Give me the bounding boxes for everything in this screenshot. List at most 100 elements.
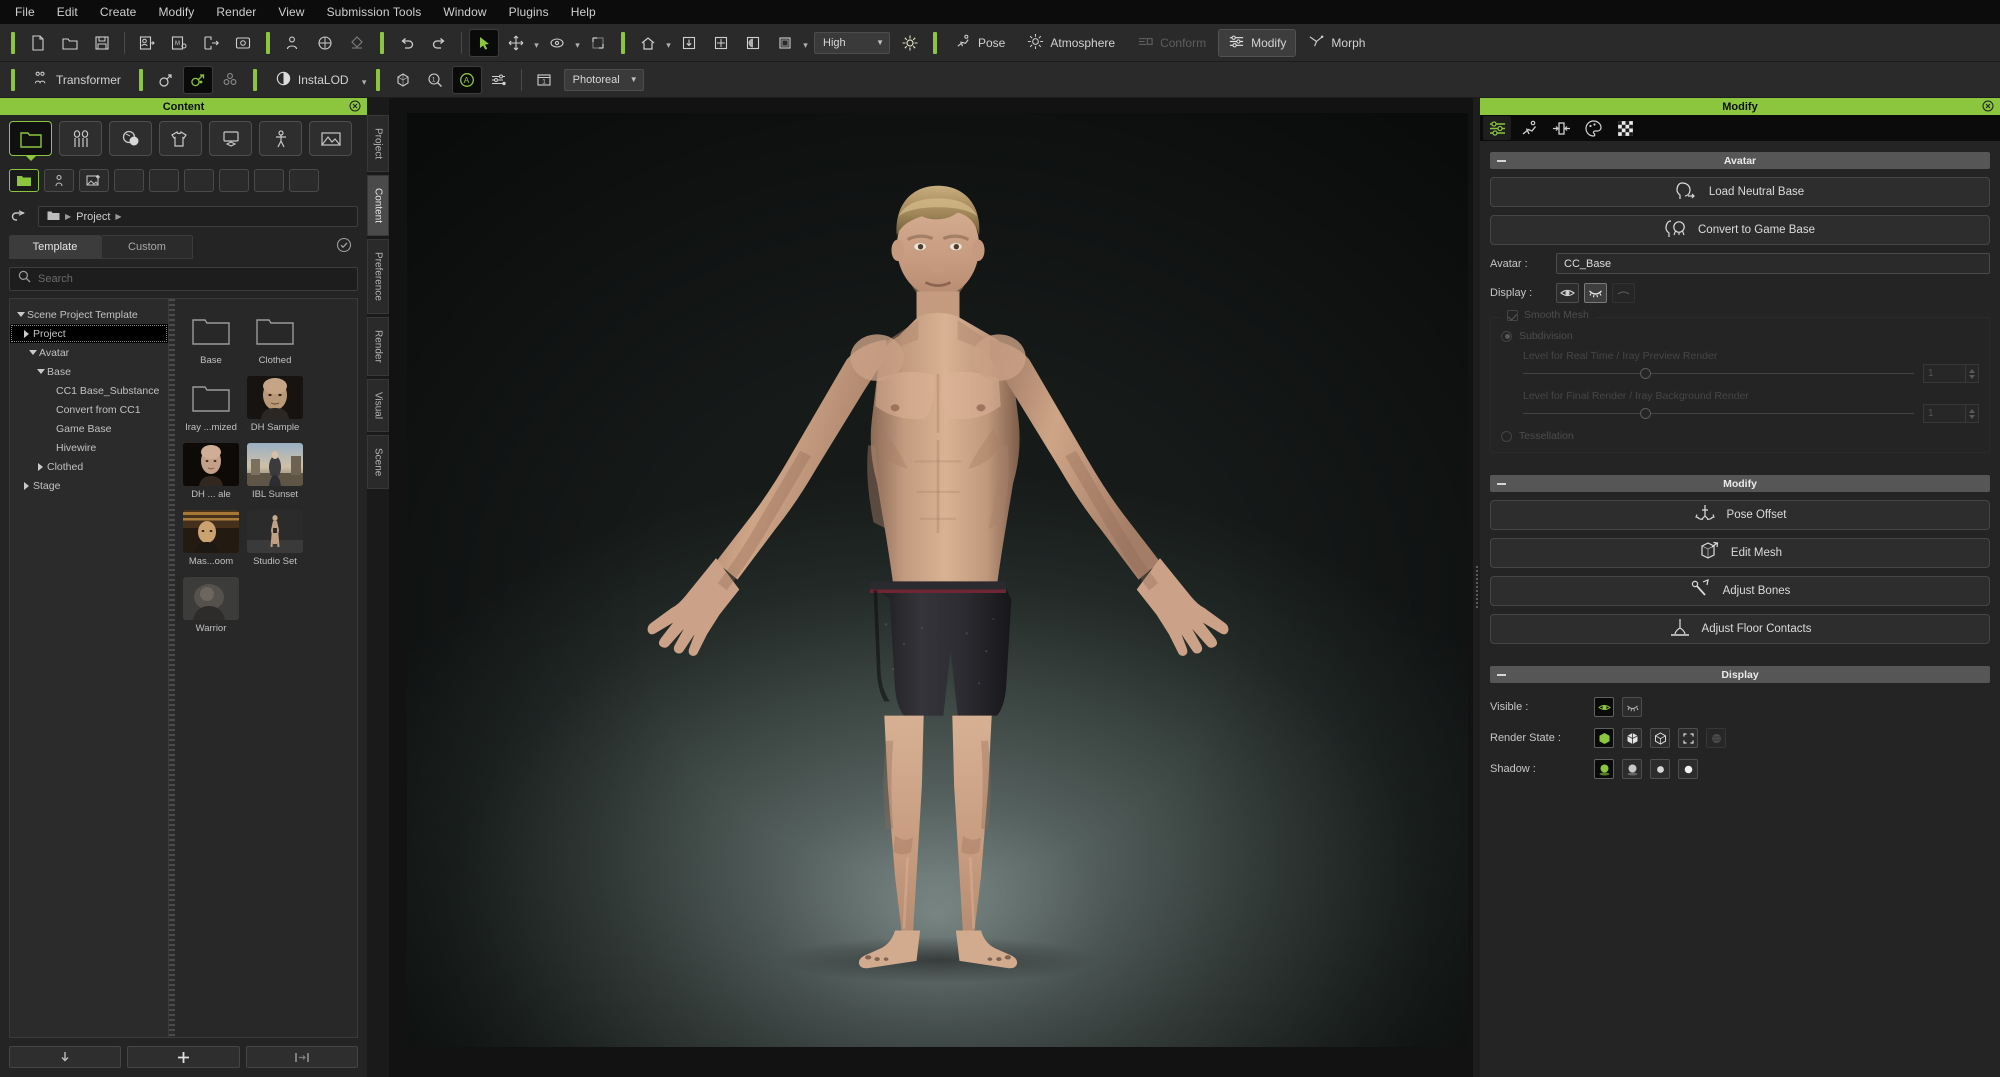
vtab-render[interactable]: Render — [367, 317, 389, 376]
thumbnail-item[interactable]: Warrior — [183, 577, 239, 634]
panel-splitter[interactable] — [1473, 98, 1480, 1077]
category-stage-backdrop-icon[interactable] — [309, 121, 352, 156]
collapse-icon[interactable] — [1497, 482, 1506, 485]
select-arrow-icon[interactable] — [469, 28, 499, 57]
open-folder-icon[interactable] — [56, 30, 84, 56]
subcategory-empty-slot-icon[interactable] — [219, 169, 249, 192]
render-preset-select[interactable]: Photoreal ▼ — [563, 68, 644, 91]
cluster-icon[interactable] — [216, 67, 244, 93]
twisty-down-icon[interactable] — [26, 350, 39, 355]
menu-create[interactable]: Create — [89, 2, 148, 22]
move-caret[interactable]: ▾ — [532, 31, 541, 55]
add-accessory-icon[interactable] — [343, 30, 371, 56]
menu-edit[interactable]: Edit — [46, 2, 89, 22]
twisty-right-icon[interactable] — [20, 481, 33, 490]
thumbnail-item[interactable]: DH Sample — [247, 376, 303, 433]
inspect-icon[interactable]: 1 — [421, 67, 449, 93]
smart-hair-icon[interactable] — [485, 67, 513, 93]
load-neutral-base-button[interactable]: Load Neutral Base — [1490, 177, 1990, 207]
menu-window[interactable]: Window — [432, 2, 497, 22]
breadcrumb[interactable]: ▶ Project ▶ — [38, 206, 358, 227]
section-header-modify[interactable]: Modify — [1490, 475, 1990, 492]
transformer-button[interactable]: Transformer — [24, 67, 130, 93]
mode-button-pose[interactable]: Pose — [946, 30, 1014, 56]
final-level-slider[interactable] — [1523, 408, 1914, 419]
subcategory-empty-slot-icon[interactable] — [254, 169, 284, 192]
pose-offset-button[interactable]: Pose Offset — [1490, 500, 1990, 530]
section-header-avatar[interactable]: Avatar — [1490, 152, 1990, 169]
menu-render[interactable]: Render — [205, 2, 267, 22]
tree-item-base[interactable]: Base — [10, 362, 168, 381]
subcategory-empty-slot-icon[interactable] — [184, 169, 214, 192]
tab-custom[interactable]: Custom — [101, 235, 193, 258]
menu-submission-tools[interactable]: Submission Tools — [316, 2, 433, 22]
tree-item-scene-project-template[interactable]: Scene Project Template — [10, 305, 168, 324]
thumbnail-item[interactable]: IBL Sunset — [247, 443, 303, 500]
avatar-name-input[interactable] — [1556, 253, 1990, 274]
breadcrumb-item-project[interactable]: Project — [76, 211, 110, 223]
vtab-scene[interactable]: Scene — [367, 434, 389, 490]
mode-button-conform[interactable]: Conform — [1128, 30, 1215, 56]
export-preview-icon[interactable] — [229, 30, 257, 56]
category-avatar-pair-icon[interactable] — [59, 121, 102, 156]
subcategory-empty-slot-icon[interactable] — [149, 169, 179, 192]
twisty-right-icon[interactable] — [34, 462, 47, 471]
eyelash-icon[interactable] — [1584, 283, 1607, 303]
search-input[interactable] — [38, 273, 349, 285]
instalod-button[interactable]: InstaLOD — [266, 67, 358, 93]
section-header-display[interactable]: Display — [1490, 666, 1990, 683]
mode-button-modify[interactable]: Modify — [1218, 28, 1297, 57]
mesh-remesh-icon[interactable] — [389, 67, 417, 93]
twisty-down-icon[interactable] — [34, 369, 47, 374]
vtab-content[interactable]: Content — [367, 175, 389, 237]
add-button[interactable] — [127, 1046, 240, 1068]
save-icon[interactable] — [88, 30, 116, 56]
slider-knob[interactable] — [1640, 368, 1652, 379]
rig-active-icon[interactable] — [182, 65, 213, 94]
slider-knob[interactable] — [1640, 408, 1652, 419]
add-character-icon[interactable] — [279, 30, 307, 56]
eye-visible-icon[interactable] — [1556, 283, 1579, 303]
convert-to-game-base-button[interactable]: Convert to Game Base — [1490, 215, 1990, 245]
thumbnail-item[interactable]: DH ... ale — [183, 443, 239, 500]
export-icon[interactable] — [197, 30, 225, 56]
checker-icon[interactable] — [1611, 116, 1639, 140]
bounding-box-icon[interactable] — [771, 30, 799, 56]
grid-splitter[interactable] — [169, 299, 175, 1037]
redo-icon[interactable] — [425, 30, 453, 56]
rotate-caret[interactable]: ▾ — [573, 31, 582, 55]
search-box[interactable] — [9, 267, 358, 291]
quality-select[interactable]: High ▼ — [814, 31, 890, 54]
subcategory-character-icon[interactable] — [44, 169, 74, 192]
subcategory-empty-slot-icon[interactable] — [114, 169, 144, 192]
viewport-3d[interactable] — [407, 113, 1468, 1047]
collapse-icon[interactable] — [1497, 673, 1506, 676]
instalod-caret[interactable]: ▾ — [360, 68, 369, 92]
thumbnail-item[interactable]: Mas...oom — [183, 510, 239, 567]
twisty-down-icon[interactable] — [14, 312, 27, 317]
tree-item-cc1-base-substance[interactable]: CC1 Base_Substance — [10, 381, 168, 400]
realtime-level-slider[interactable] — [1523, 368, 1914, 379]
shadow-full-icon[interactable] — [1594, 759, 1614, 779]
template-tree[interactable]: Scene Project Template Project Avatar Ba… — [9, 298, 169, 1038]
realtime-level-spinner[interactable]: 1 — [1923, 364, 1979, 383]
category-cloth-icon[interactable] — [159, 121, 202, 156]
thumbnail-item[interactable]: Base — [183, 309, 239, 366]
adjust-floor-contacts-button[interactable]: Adjust Floor Contacts — [1490, 614, 1990, 644]
import-motion-icon[interactable]: M — [165, 30, 193, 56]
subcategory-empty-slot-icon[interactable] — [289, 169, 319, 192]
vtab-preference[interactable]: Preference — [367, 239, 389, 315]
subcategory-image-add-icon[interactable] — [79, 169, 109, 192]
tree-item-convert-from-cc1[interactable]: Convert from CC1 — [10, 400, 168, 419]
tree-item-game-base[interactable]: Game Base — [10, 419, 168, 438]
tessellation-radio[interactable] — [1501, 430, 1512, 442]
category-folder-icon[interactable] — [9, 121, 52, 156]
edit-mesh-button[interactable]: Edit Mesh — [1490, 538, 1990, 568]
spinner-arrows[interactable] — [1965, 405, 1978, 422]
shadow-soft-icon[interactable] — [1622, 759, 1642, 779]
visible-off-icon[interactable] — [1622, 697, 1642, 717]
palette-icon[interactable] — [1579, 116, 1607, 140]
tree-item-stage[interactable]: Stage — [10, 476, 168, 495]
vtab-visual[interactable]: Visual — [367, 378, 389, 432]
pose-icon[interactable] — [1515, 116, 1543, 140]
